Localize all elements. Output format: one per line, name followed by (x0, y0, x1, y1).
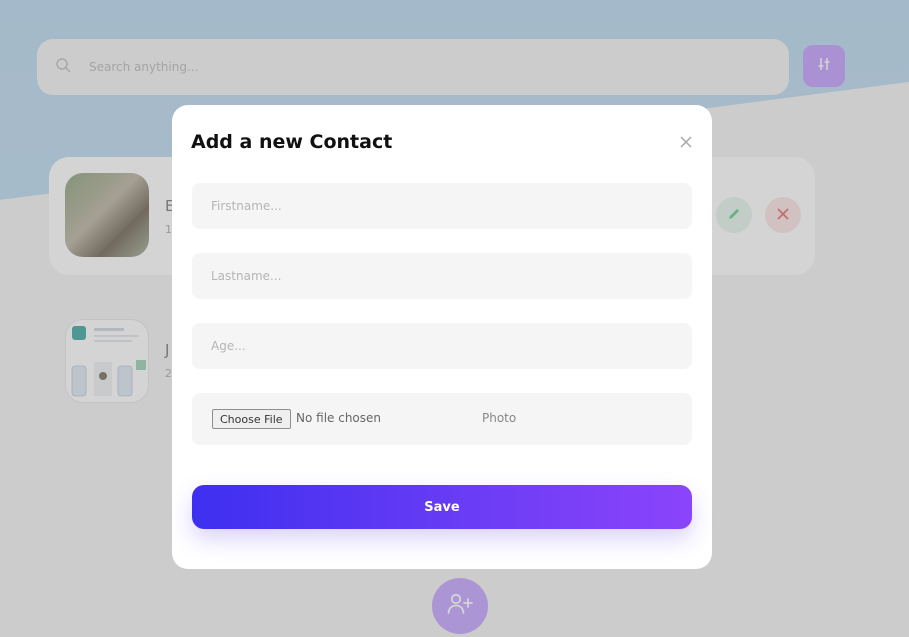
photo-upload-field: Choose File No file chosen Photo (192, 393, 692, 445)
choose-file-button[interactable]: Choose File (212, 409, 291, 429)
lastname-field[interactable] (192, 253, 692, 299)
firstname-field[interactable] (192, 183, 692, 229)
close-icon (678, 135, 694, 154)
close-button[interactable] (678, 134, 694, 150)
age-field[interactable] (192, 323, 692, 369)
file-status: No file chosen (296, 411, 382, 425)
dialog-title: Add a new Contact (191, 131, 393, 153)
add-contact-dialog: Add a new Contact Choose File No file ch… (172, 105, 712, 569)
save-button[interactable]: Save (192, 485, 692, 529)
photo-label: Photo (482, 411, 517, 425)
